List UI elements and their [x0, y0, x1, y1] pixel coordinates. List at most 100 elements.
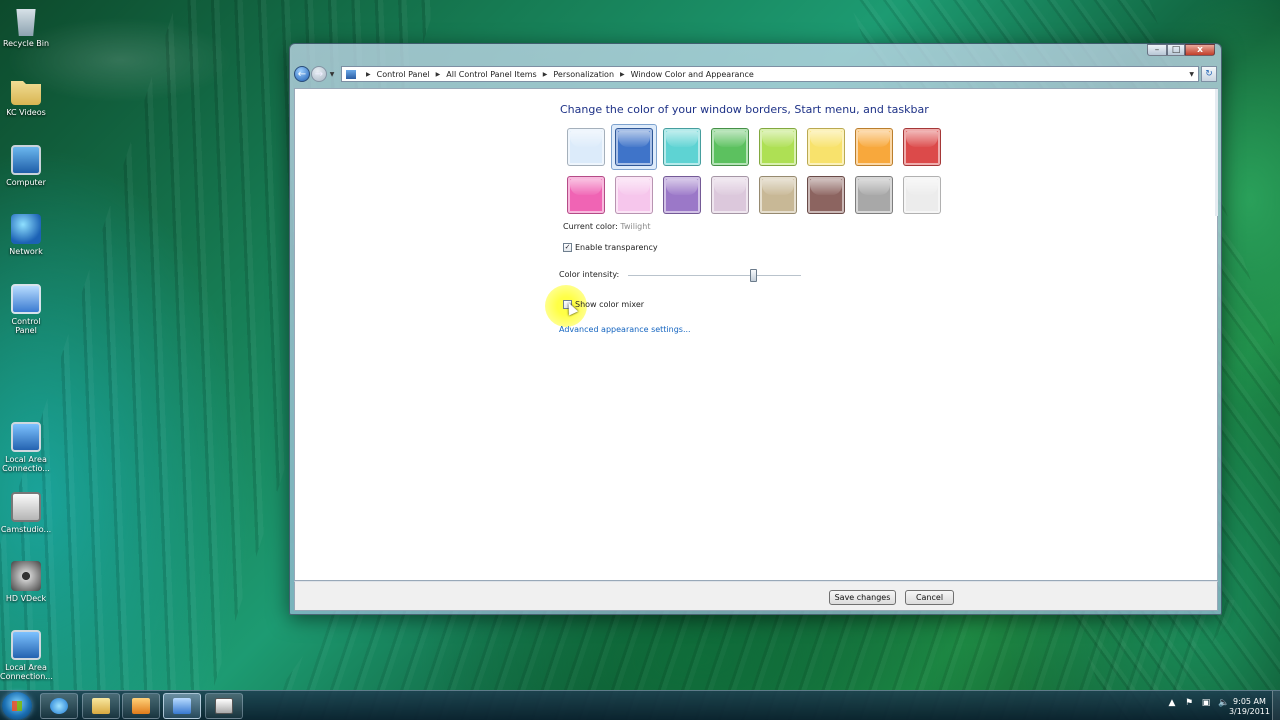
page-title: Change the color of your window borders,…	[560, 103, 929, 116]
desktop-icon-label: Local Area Connectio...	[2, 455, 50, 473]
desktop-icon-label: Control Panel	[11, 317, 41, 335]
save-changes-button[interactable]: Save changes	[829, 590, 896, 605]
folder-icon	[11, 81, 41, 105]
color-swatch-lavender[interactable]	[711, 176, 749, 214]
back-arrow-icon: ←	[297, 68, 307, 80]
desktop-icon-local-area-connection[interactable]: Local Area Connectio...	[0, 422, 52, 473]
taskbar: ▲ ⚑ ▣ 🔈 9:05 AM 3/19/2011	[0, 690, 1280, 720]
breadcrumb-chevron-icon[interactable]: ▶	[436, 71, 441, 78]
color-swatch-taupe[interactable]	[759, 176, 797, 214]
color-swatch-blush[interactable]	[615, 176, 653, 214]
refresh-icon: ↻	[1205, 69, 1213, 79]
flag-icon[interactable]: ⚑	[1184, 698, 1194, 708]
window-color-appearance-window: – □ x ← → ▼ ▶ Control Panel ▶ All Contro…	[289, 43, 1222, 615]
maximize-button[interactable]: □	[1167, 44, 1185, 56]
address-dropdown-icon[interactable]: ▼	[1189, 71, 1194, 78]
desktop-icon-local-area-connection-2[interactable]: Local Area Connection...	[0, 630, 53, 681]
cancel-button[interactable]: Cancel	[905, 590, 954, 605]
taskbar-internet-explorer[interactable]	[40, 693, 78, 719]
breadcrumb-all-items[interactable]: All Control Panel Items	[446, 70, 536, 79]
taskbar-media-player[interactable]	[122, 693, 160, 719]
clock[interactable]: 9:05 AM 3/19/2011	[1229, 697, 1270, 717]
color-swatch-sun[interactable]	[807, 128, 845, 166]
advanced-appearance-link[interactable]: Advanced appearance settings...	[559, 325, 691, 334]
breadcrumb-control-panel[interactable]: Control Panel	[377, 70, 430, 79]
current-color-label: Current color:	[563, 222, 618, 231]
color-swatch-violet[interactable]	[663, 176, 701, 214]
color-intensity-slider[interactable]	[628, 269, 801, 282]
scrollbar[interactable]	[1215, 89, 1218, 216]
navigation-bar: ← → ▼ ▶ Control Panel ▶ All Control Pane…	[294, 65, 1217, 83]
color-swatch-frost[interactable]	[903, 176, 941, 214]
color-intensity-slider-thumb[interactable]	[749, 269, 757, 282]
network-icon	[11, 214, 41, 244]
control-panel-icon	[11, 284, 41, 314]
minimize-button[interactable]: –	[1147, 44, 1167, 56]
close-button[interactable]: x	[1185, 44, 1215, 56]
current-color-text: Current color: Twilight	[563, 222, 650, 231]
forward-button[interactable]: →	[311, 66, 327, 82]
color-swatch-slate[interactable]	[855, 176, 893, 214]
clock-time: 9:05 AM	[1233, 697, 1266, 706]
color-swatch-ruby[interactable]	[903, 128, 941, 166]
window-controls: – □ x	[1147, 44, 1215, 56]
color-intensity-label: Color intensity:	[559, 270, 620, 279]
disc-icon	[11, 561, 41, 591]
recent-pages-dropdown[interactable]: ▼	[327, 71, 337, 78]
desktop-icon-label: Recycle Bin	[2, 39, 50, 48]
volume-icon[interactable]: 🔈	[1218, 698, 1229, 708]
windows-explorer-icon	[92, 698, 110, 714]
show-color-mixer-label[interactable]: Show color mixer	[575, 300, 644, 309]
color-swatch-lime[interactable]	[759, 128, 797, 166]
enable-transparency-checkbox[interactable]: ✓	[563, 243, 572, 252]
address-bar[interactable]: ▶ Control Panel ▶ All Control Panel Item…	[341, 66, 1199, 82]
back-button[interactable]: ←	[294, 66, 310, 82]
desktop-icon-label: Camstudio...	[0, 525, 52, 534]
desktop-icon-label: Network	[9, 247, 43, 256]
control-panel-icon	[173, 698, 191, 714]
desktop-icon-kc-videos[interactable]: KC Videos	[0, 75, 52, 117]
color-swatch-sky[interactable]	[567, 128, 605, 166]
internet-explorer-icon	[50, 698, 68, 714]
system-tray: ▲ ⚑ ▣ 🔈	[1167, 698, 1230, 708]
taskbar-camstudio[interactable]	[205, 693, 243, 719]
desktop-icon-recycle-bin[interactable]: Recycle Bin	[0, 6, 52, 48]
camstudio-icon	[11, 492, 41, 522]
camstudio-icon	[215, 698, 233, 714]
breadcrumb-chevron-icon[interactable]: ▶	[620, 71, 625, 78]
breadcrumb-chevron-icon[interactable]: ▶	[543, 71, 548, 78]
desktop-icon-label: KC Videos	[6, 108, 46, 117]
enable-transparency-row[interactable]: ✓ Enable transparency	[563, 243, 658, 252]
clock-date: 3/19/2011	[1228, 707, 1270, 716]
show-hidden-icons-icon[interactable]: ▲	[1167, 698, 1177, 708]
desktop-icon-label: HD VDeck	[5, 594, 47, 603]
desktop-icon-control-panel[interactable]: Control Panel	[0, 284, 52, 335]
network-icon[interactable]: ▣	[1201, 698, 1211, 708]
desktop-icon-hd-vdeck[interactable]: HD VDeck	[0, 561, 52, 603]
enable-transparency-label[interactable]: Enable transparency	[575, 243, 658, 252]
show-desktop-button[interactable]	[1272, 691, 1280, 720]
media-player-icon	[132, 698, 150, 714]
recycle-bin-icon	[16, 9, 36, 36]
dialog-footer: Save changes Cancel	[294, 581, 1218, 611]
desktop-icon-computer[interactable]: Computer	[0, 145, 52, 187]
taskbar-windows-explorer[interactable]	[82, 693, 120, 719]
taskbar-control-panel[interactable]	[163, 693, 201, 719]
color-swatch-chocolate[interactable]	[807, 176, 845, 214]
breadcrumb-chevron-icon[interactable]: ▶	[366, 71, 371, 78]
content-pane: Change the color of your window borders,…	[294, 88, 1218, 581]
color-swatch-fuchsia[interactable]	[567, 176, 605, 214]
desktop-icon-camstudio[interactable]: Camstudio...	[0, 492, 52, 534]
desktop-icon-label: Local Area Connection...	[0, 663, 53, 681]
color-swatch-sea[interactable]	[663, 128, 701, 166]
computer-icon	[11, 145, 41, 175]
color-swatch-pumpkin[interactable]	[855, 128, 893, 166]
color-swatch-twilight[interactable]	[615, 128, 653, 166]
start-button[interactable]	[2, 692, 32, 720]
refresh-button[interactable]: ↻	[1201, 66, 1217, 82]
color-swatch-leaf[interactable]	[711, 128, 749, 166]
desktop-icon-network[interactable]: Network	[0, 214, 52, 256]
breadcrumb-personalization[interactable]: Personalization	[553, 70, 614, 79]
breadcrumb-window-color[interactable]: Window Color and Appearance	[631, 70, 754, 79]
forward-arrow-icon: →	[314, 68, 324, 80]
